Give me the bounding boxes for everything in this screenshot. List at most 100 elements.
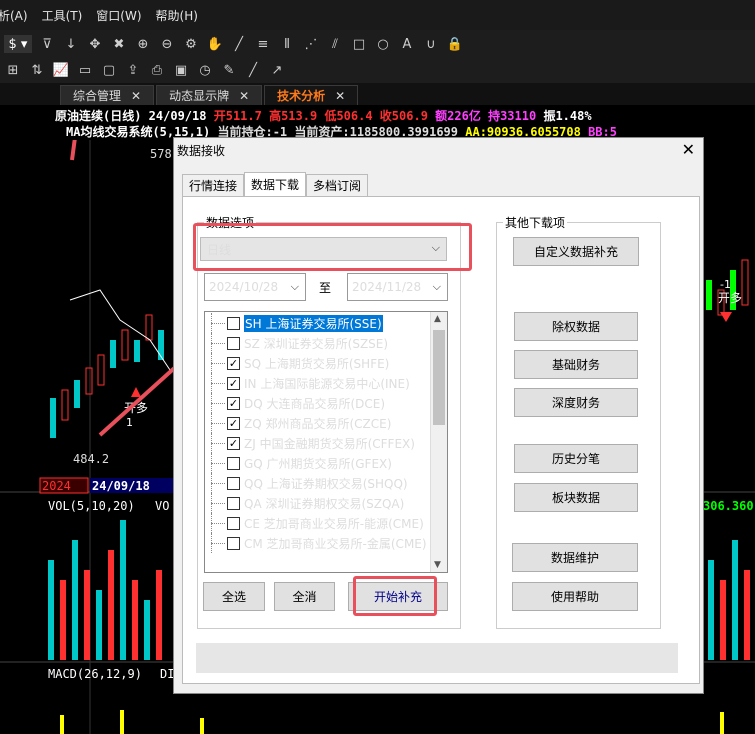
print-icon[interactable]: ⎙ — [148, 61, 166, 79]
ma-line — [69, 289, 171, 371]
gear-icon[interactable]: ⚙ — [182, 35, 200, 53]
top-price-label: 578 — [150, 147, 172, 161]
exchange-list-item[interactable]: ✓ ZJ 中国金融期货交易所(CFFEX) — [205, 433, 447, 453]
close-icon[interactable]: ✕ — [335, 89, 345, 103]
menu-window[interactable]: 窗口(W) — [96, 7, 141, 24]
workspace-tabs: 综合管理 ✕ 动态显示牌 ✕ 技术分析 ✕ — [0, 83, 755, 105]
grid-icon[interactable]: ⊞ — [4, 61, 22, 79]
tab-quote-connect[interactable]: 行情连接 — [182, 174, 245, 196]
scroll-thumb[interactable] — [433, 330, 445, 425]
scroll-up-icon[interactable]: ▲ — [434, 314, 441, 324]
exchange-list-item[interactable]: QA 深圳证券期权交易(SZQA) — [205, 493, 447, 513]
compare-icon[interactable]: ⇅ — [28, 61, 46, 79]
macd-bars — [60, 710, 724, 734]
fan-icon[interactable]: ⋰ — [302, 35, 320, 53]
zoom-out-icon[interactable]: ⊖ — [158, 35, 176, 53]
text-icon[interactable]: A — [398, 35, 416, 53]
candles-left — [50, 314, 164, 438]
magnet-icon[interactable]: ∪ — [422, 35, 440, 53]
sector-data-button[interactable]: 板块数据 — [514, 483, 638, 512]
folder-icon[interactable]: ▢ — [100, 61, 118, 79]
diag-icon[interactable]: ╱ — [244, 61, 262, 79]
exright-data-button[interactable]: 除权数据 — [514, 312, 638, 341]
tab-data-download[interactable]: 数据下载 — [244, 172, 307, 196]
exchange-checkbox[interactable] — [227, 316, 240, 330]
exchange-checkbox[interactable] — [227, 456, 240, 470]
close-icon[interactable]: ✕ — [239, 89, 249, 103]
help-button[interactable]: 使用帮助 — [512, 582, 638, 611]
buy-signal-count: 1 — [126, 416, 133, 429]
date-from-field[interactable]: 2024/10/28 ⌵ — [204, 273, 306, 301]
zoom-in-icon[interactable]: ⊕ — [134, 35, 152, 53]
lock-icon[interactable]: 🔒 — [446, 35, 464, 53]
currency-icon[interactable]: $ ▾ — [4, 35, 32, 53]
date-separator: 至 — [319, 281, 332, 295]
move-icon[interactable]: ✥ — [86, 35, 104, 53]
exchange-list-item[interactable]: SZ 深圳证券交易所(SZSE) — [205, 333, 447, 353]
macd-label: MACD(26,12,9) — [48, 667, 142, 681]
data-maintenance-button[interactable]: 数据维护 — [512, 543, 638, 572]
menu-tools[interactable]: 工具(T) — [42, 7, 83, 24]
exchange-checkbox[interactable]: ✓ — [227, 396, 240, 410]
filter-icon[interactable]: ⊽ — [38, 35, 56, 53]
exchange-label: SZ 深圳证券交易所(SZSE) — [244, 336, 389, 351]
exchange-checkbox[interactable] — [227, 476, 240, 490]
hand-icon[interactable]: ✋ — [206, 35, 224, 53]
exchange-label: ZQ 郑州商品交易所(CZCE) — [244, 416, 392, 431]
export-icon[interactable]: ⇪ — [124, 61, 142, 79]
exchange-checkbox[interactable] — [227, 516, 240, 530]
exchange-list-item[interactable]: SH 上海证券交易所(SSE) — [205, 313, 447, 333]
exchange-list-item[interactable]: QQ 上海证券期权交易(SHQQ) — [205, 473, 447, 493]
exchange-checkbox[interactable] — [227, 536, 240, 550]
bars-icon[interactable]: ⦀ — [278, 35, 296, 53]
pen-icon[interactable]: ✎ — [220, 61, 238, 79]
channel-icon[interactable]: ⫽ — [326, 35, 344, 53]
exchange-checkbox[interactable]: ✓ — [227, 416, 240, 430]
clock-icon[interactable]: ◷ — [196, 61, 214, 79]
close-icon[interactable]: ✕ — [131, 89, 141, 103]
close-icon[interactable]: ✕ — [682, 140, 695, 159]
exchange-list-item[interactable]: GQ 广州期货交易所(GFEX) — [205, 453, 447, 473]
rect-icon[interactable]: □ — [350, 35, 368, 53]
tick-history-button[interactable]: 历史分笔 — [514, 444, 638, 473]
ray-icon[interactable]: ↗ — [268, 61, 286, 79]
cross-icon[interactable]: ✖ — [110, 35, 128, 53]
exchange-list-item[interactable]: ✓ SQ 上海期货交易所(SHFE) — [205, 353, 447, 373]
menu-analysis[interactable]: 析(A) — [0, 7, 28, 24]
quote-amount: 额226亿 — [435, 109, 481, 123]
tab-technical[interactable]: 技术分析 ✕ — [264, 85, 359, 105]
window-icon[interactable]: ▭ — [76, 61, 94, 79]
exchange-checkbox[interactable]: ✓ — [227, 436, 240, 450]
sort-icon[interactable]: ↓ — [62, 35, 80, 53]
custom-data-button[interactable]: 自定义数据补充 — [513, 237, 639, 266]
tab-multi-level[interactable]: 多档订阅 — [306, 174, 369, 196]
tv-icon[interactable]: ▣ — [172, 61, 190, 79]
exchange-list-item[interactable]: CM 芝加哥商业交易所-金属(CME) — [205, 533, 447, 553]
exchange-checkbox[interactable]: ✓ — [227, 376, 240, 390]
exchange-list-item[interactable]: ✓ DQ 大连商品交易所(DCE) — [205, 393, 447, 413]
tab-dynamic-board[interactable]: 动态显示牌 ✕ — [156, 85, 263, 105]
exchange-list-item[interactable]: CE 芝加哥商业交易所-能源(CME) — [205, 513, 447, 533]
date-to-field[interactable]: 2024/11/28 ⌵ — [347, 273, 448, 301]
list-scrollbar[interactable]: ▲ ▼ — [430, 312, 447, 572]
menu-help[interactable]: 帮助(H) — [156, 7, 198, 24]
line-icon[interactable]: ╱ — [230, 35, 248, 53]
tree-connector — [205, 393, 227, 413]
scroll-down-icon[interactable]: ▼ — [434, 560, 441, 570]
basic-finance-button[interactable]: 基础财务 — [514, 350, 638, 379]
exchange-label: DQ 大连商品交易所(DCE) — [244, 396, 386, 411]
exchange-checkbox[interactable] — [227, 336, 240, 350]
hline-icon[interactable]: ≡ — [254, 35, 272, 53]
exchange-checkbox[interactable] — [227, 496, 240, 510]
exchange-list: SH 上海证券交易所(SSE) SZ 深圳证券交易所(SZSE) ✓ SQ 上海期货交… — [204, 311, 448, 573]
circle-icon[interactable]: ○ — [374, 35, 392, 53]
chart-line-icon[interactable]: 📈 — [52, 61, 70, 79]
deselect-all-button[interactable]: 全消 — [274, 582, 335, 611]
tree-connector — [205, 333, 227, 353]
deep-finance-button[interactable]: 深度财务 — [514, 388, 638, 417]
exchange-list-item[interactable]: ✓ ZQ 郑州商品交易所(CZCE) — [205, 413, 447, 433]
tab-general[interactable]: 综合管理 ✕ — [60, 85, 155, 105]
exchange-list-item[interactable]: ✓ IN 上海国际能源交易中心(INE) — [205, 373, 447, 393]
select-all-button[interactable]: 全选 — [203, 582, 265, 611]
exchange-checkbox[interactable]: ✓ — [227, 356, 240, 370]
